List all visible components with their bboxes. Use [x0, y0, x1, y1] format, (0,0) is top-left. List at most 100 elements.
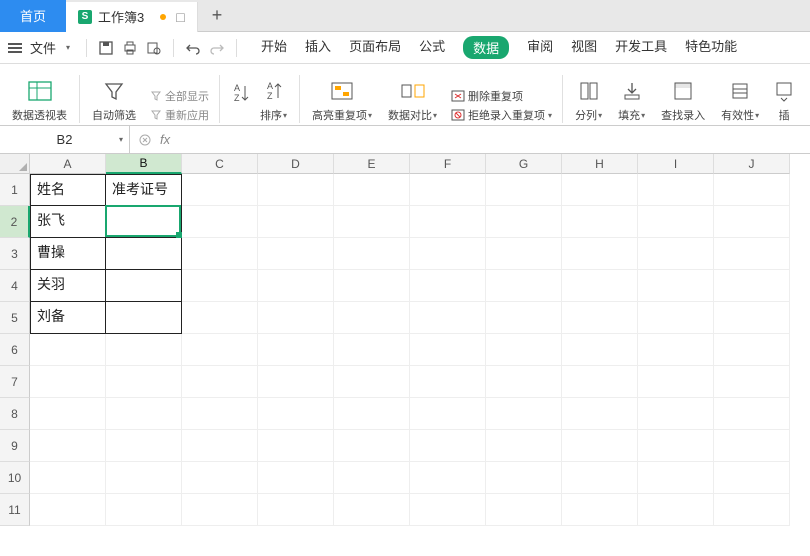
cell-A5[interactable]: 刘备	[30, 302, 106, 334]
tab-devtools[interactable]: 开发工具	[615, 36, 667, 59]
select-all-corner[interactable]	[0, 154, 30, 174]
cell-I2[interactable]	[638, 206, 714, 238]
cell-E6[interactable]	[334, 334, 410, 366]
sort-button[interactable]: AZ 排序▾	[254, 77, 293, 123]
cell-D3[interactable]	[258, 238, 334, 270]
cell-H4[interactable]	[562, 270, 638, 302]
column-header-F[interactable]: F	[410, 154, 486, 174]
cell-B6[interactable]	[106, 334, 182, 366]
cell-J8[interactable]	[714, 398, 790, 430]
cell-H8[interactable]	[562, 398, 638, 430]
cell-I3[interactable]	[638, 238, 714, 270]
cancel-icon[interactable]	[138, 133, 152, 147]
cell-F2[interactable]	[410, 206, 486, 238]
cell-F4[interactable]	[410, 270, 486, 302]
cell-G10[interactable]	[486, 462, 562, 494]
cell-C1[interactable]	[182, 174, 258, 206]
cell-C8[interactable]	[182, 398, 258, 430]
column-header-D[interactable]: D	[258, 154, 334, 174]
row-header-7[interactable]: 7	[0, 366, 30, 398]
cell-B7[interactable]	[106, 366, 182, 398]
row-header-9[interactable]: 9	[0, 430, 30, 462]
cell-D8[interactable]	[258, 398, 334, 430]
cell-F11[interactable]	[410, 494, 486, 526]
fill-button[interactable]: 填充▾	[612, 77, 651, 123]
cell-F9[interactable]	[410, 430, 486, 462]
cell-G11[interactable]	[486, 494, 562, 526]
validity-button[interactable]: 有效性▾	[715, 77, 765, 123]
cell-D4[interactable]	[258, 270, 334, 302]
cell-C7[interactable]	[182, 366, 258, 398]
column-header-J[interactable]: J	[714, 154, 790, 174]
cell-G5[interactable]	[486, 302, 562, 334]
pivot-button[interactable]: 数据透视表	[6, 77, 73, 123]
reapply-button[interactable]: 重新应用	[150, 107, 209, 123]
cell-C10[interactable]	[182, 462, 258, 494]
cell-A6[interactable]	[30, 334, 106, 366]
cell-J10[interactable]	[714, 462, 790, 494]
cell-E1[interactable]	[334, 174, 410, 206]
cell-H1[interactable]	[562, 174, 638, 206]
row-header-10[interactable]: 10	[0, 462, 30, 494]
cell-E2[interactable]	[334, 206, 410, 238]
cell-F6[interactable]	[410, 334, 486, 366]
cell-A1[interactable]: 姓名	[30, 174, 106, 206]
cell-D9[interactable]	[258, 430, 334, 462]
cell-C3[interactable]	[182, 238, 258, 270]
close-icon[interactable]: □	[176, 9, 184, 25]
cell-D11[interactable]	[258, 494, 334, 526]
row-header-2[interactable]: 2	[0, 206, 30, 238]
cell-H10[interactable]	[562, 462, 638, 494]
cell-G3[interactable]	[486, 238, 562, 270]
cell-B11[interactable]	[106, 494, 182, 526]
tab-review[interactable]: 审阅	[527, 36, 553, 59]
cell-E11[interactable]	[334, 494, 410, 526]
column-header-G[interactable]: G	[486, 154, 562, 174]
cell-I5[interactable]	[638, 302, 714, 334]
column-header-I[interactable]: I	[638, 154, 714, 174]
cell-J4[interactable]	[714, 270, 790, 302]
tab-formula[interactable]: 公式	[419, 36, 445, 59]
cell-B4[interactable]	[106, 270, 182, 302]
fx-icon[interactable]: fx	[160, 132, 170, 147]
home-tab[interactable]: 首页	[0, 0, 66, 32]
cell-J2[interactable]	[714, 206, 790, 238]
print-icon[interactable]	[121, 39, 139, 57]
cell-H6[interactable]	[562, 334, 638, 366]
cell-H9[interactable]	[562, 430, 638, 462]
cell-A4[interactable]: 关羽	[30, 270, 106, 302]
cell-I7[interactable]	[638, 366, 714, 398]
row-header-5[interactable]: 5	[0, 302, 30, 334]
data-compare-button[interactable]: 数据对比▾	[382, 77, 443, 123]
lookup-button[interactable]: 查找录入	[655, 77, 711, 123]
cell-J11[interactable]	[714, 494, 790, 526]
autofilter-button[interactable]: 自动筛选	[86, 77, 142, 123]
name-box[interactable]: B2 ▾	[0, 126, 130, 153]
cell-E4[interactable]	[334, 270, 410, 302]
cell-D1[interactable]	[258, 174, 334, 206]
cell-C6[interactable]	[182, 334, 258, 366]
tab-view[interactable]: 视图	[571, 36, 597, 59]
cell-E10[interactable]	[334, 462, 410, 494]
cell-H2[interactable]	[562, 206, 638, 238]
cell-G4[interactable]	[486, 270, 562, 302]
save-icon[interactable]	[97, 39, 115, 57]
column-header-B[interactable]: B	[106, 154, 182, 174]
cell-F5[interactable]	[410, 302, 486, 334]
cell-B9[interactable]	[106, 430, 182, 462]
cell-G7[interactable]	[486, 366, 562, 398]
cell-D6[interactable]	[258, 334, 334, 366]
undo-icon[interactable]	[184, 39, 202, 57]
cell-D10[interactable]	[258, 462, 334, 494]
new-tab-button[interactable]: +	[198, 5, 237, 26]
highlight-dup-button[interactable]: 高亮重复项▾	[306, 77, 378, 123]
row-header-8[interactable]: 8	[0, 398, 30, 430]
del-dup-button[interactable]: 删除重复项	[451, 88, 552, 104]
cell-E7[interactable]	[334, 366, 410, 398]
cell-F1[interactable]	[410, 174, 486, 206]
cell-F10[interactable]	[410, 462, 486, 494]
cell-A3[interactable]: 曹操	[30, 238, 106, 270]
cell-I6[interactable]	[638, 334, 714, 366]
cell-F7[interactable]	[410, 366, 486, 398]
tab-features[interactable]: 特色功能	[685, 36, 737, 59]
